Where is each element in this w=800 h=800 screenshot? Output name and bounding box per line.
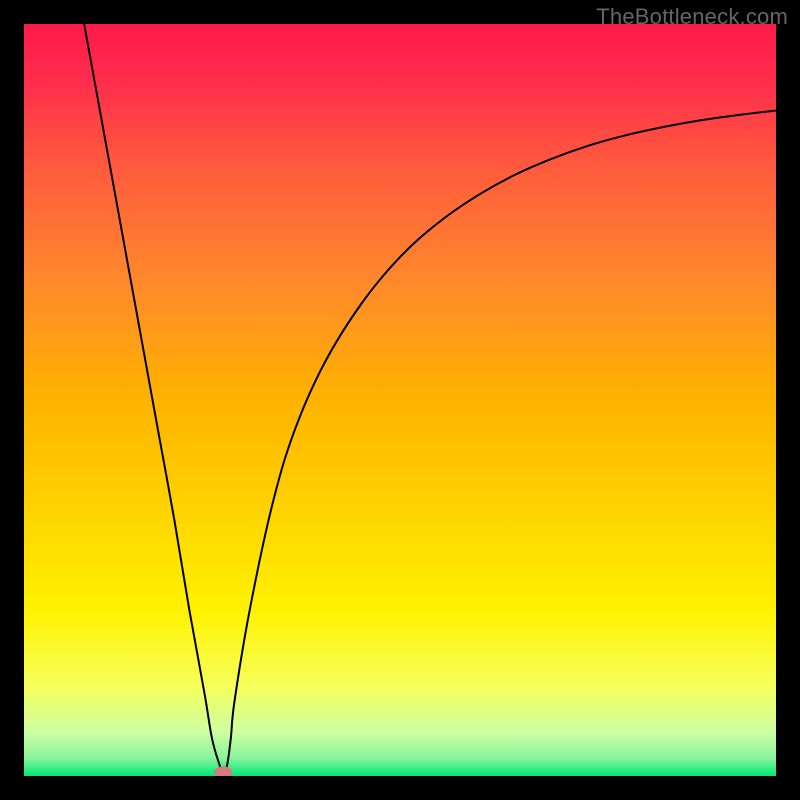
watermark-text: TheBottleneck.com: [596, 4, 788, 30]
bottleneck-curve: [84, 24, 776, 772]
plot-area: [24, 24, 776, 776]
chart-container: TheBottleneck.com: [0, 0, 800, 800]
curve-layer: [24, 24, 776, 776]
optimum-marker: [214, 766, 232, 776]
